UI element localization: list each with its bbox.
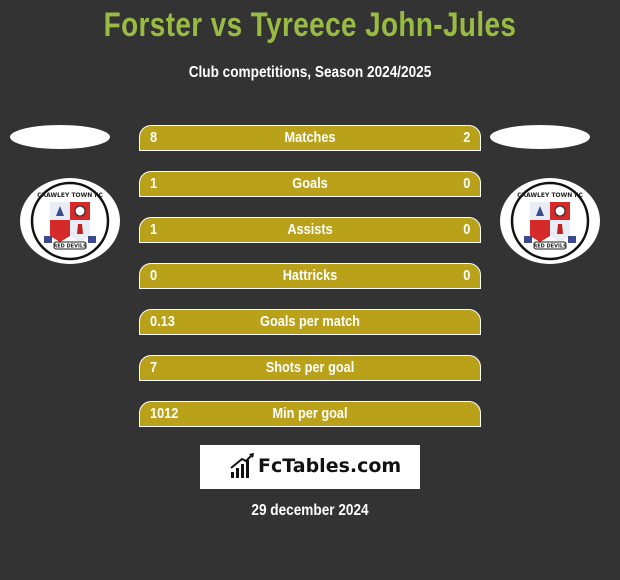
stat-row-matches: 8 Matches 2: [139, 125, 481, 151]
stat-label: Hattricks: [282, 267, 338, 284]
stat-row-min-per-goal: 1012 Min per goal: [139, 401, 481, 427]
stat-label: Assists: [287, 221, 333, 238]
left-value: 1: [150, 175, 158, 192]
page-title: Forster vs Tyreece John-Jules: [103, 6, 517, 44]
left-club-logo: CRAWLEY TOWN FC RED DEVILS: [20, 178, 120, 264]
svg-text:CRAWLEY TOWN FC: CRAWLEY TOWN FC: [517, 192, 583, 199]
svg-text:RED DEVILS: RED DEVILS: [533, 244, 567, 250]
fctables-brand-link[interactable]: FcTables.com: [200, 445, 420, 489]
stat-label: Goals: [292, 175, 328, 192]
crawley-badge-icon: CRAWLEY TOWN FC RED DEVILS: [510, 181, 590, 261]
right-player-placeholder: [490, 125, 590, 149]
left-player-placeholder: [10, 125, 110, 149]
left-value: 8: [150, 129, 158, 146]
stat-row-shots-per-goal: 7 Shots per goal: [139, 355, 481, 381]
stat-row-assists: 1 Assists 0: [139, 217, 481, 243]
right-value: 0: [462, 175, 470, 192]
right-club-logo: CRAWLEY TOWN FC RED DEVILS: [500, 178, 600, 264]
svg-text:CRAWLEY TOWN FC: CRAWLEY TOWN FC: [37, 192, 103, 199]
stat-label: Goals per match: [260, 313, 360, 330]
left-value: 1: [150, 221, 158, 238]
season-subtitle: Club competitions, Season 2024/2025: [188, 64, 432, 81]
right-value: 0: [462, 221, 470, 238]
stat-row-goals: 1 Goals 0: [139, 171, 481, 197]
brand-name: FcTables.com: [258, 455, 402, 477]
stat-label: Shots per goal: [265, 359, 355, 376]
crawley-badge-icon: CRAWLEY TOWN FC RED DEVILS: [30, 181, 110, 261]
stat-row-hattricks: 0 Hattricks 0: [139, 263, 481, 289]
report-date: 29 december 2024: [251, 502, 369, 519]
stat-row-goals-per-match: 0.13 Goals per match: [139, 309, 481, 335]
left-value: 0: [150, 267, 158, 284]
stat-label: Matches: [284, 129, 336, 146]
svg-text:RED DEVILS: RED DEVILS: [53, 244, 87, 250]
bar-chart-icon: [230, 453, 254, 478]
stat-label: Min per goal: [272, 405, 348, 422]
left-value: 7: [150, 359, 158, 376]
right-value: 2: [462, 129, 470, 146]
right-value: 0: [462, 267, 470, 284]
